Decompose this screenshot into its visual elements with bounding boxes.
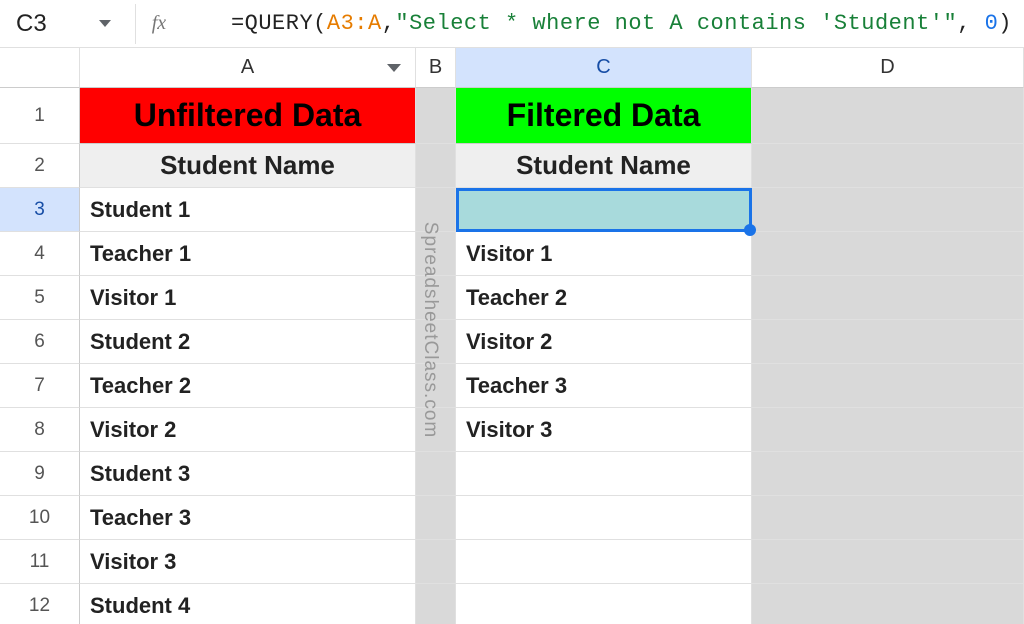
col-head-d[interactable]: D	[752, 48, 1024, 88]
cell[interactable]: Teacher 3	[456, 364, 752, 408]
filtered-title[interactable]: Filtered Data	[456, 88, 752, 144]
cell[interactable]	[416, 540, 456, 584]
select-all-corner[interactable]	[0, 48, 80, 88]
cell[interactable]: Student 4	[80, 584, 416, 624]
cell[interactable]: Visitor 2	[80, 408, 416, 452]
cell[interactable]	[456, 584, 752, 624]
col-head-b[interactable]: B	[416, 48, 456, 88]
row-head[interactable]: 12	[0, 584, 80, 624]
name-box[interactable]: C3	[12, 10, 119, 38]
row-head[interactable]: 8	[0, 408, 80, 452]
cell[interactable]	[456, 540, 752, 584]
name-box-caret-icon	[99, 20, 111, 27]
subheader-c[interactable]: Student Name	[456, 144, 752, 188]
cell[interactable]	[416, 188, 456, 232]
subheader-a[interactable]: Student Name	[80, 144, 416, 188]
cell[interactable]	[416, 232, 456, 276]
divider	[135, 4, 136, 44]
cell[interactable]	[752, 452, 1024, 496]
cell[interactable]: Visitor 1	[456, 232, 752, 276]
cell[interactable]	[416, 88, 456, 144]
active-cell-c3[interactable]: Teacher 1	[456, 188, 752, 232]
cell[interactable]: Visitor 2	[456, 320, 752, 364]
cell[interactable]	[752, 408, 1024, 452]
formula-bar: C3 fx =QUERY(A3:A,"Select * where not A …	[0, 0, 1024, 48]
spreadsheet-grid: A B C D 1 Unfiltered Data Filtered Data …	[0, 48, 1024, 624]
cell[interactable]: Student 2	[80, 320, 416, 364]
fx-icon: fx	[152, 12, 166, 35]
cell[interactable]: Visitor 3	[456, 408, 752, 452]
cell[interactable]: Teacher 2	[456, 276, 752, 320]
cell[interactable]: Teacher 3	[80, 496, 416, 540]
cell[interactable]	[752, 320, 1024, 364]
cell[interactable]	[416, 276, 456, 320]
cell[interactable]	[752, 276, 1024, 320]
row-head[interactable]: 10	[0, 496, 80, 540]
row-head[interactable]: 5	[0, 276, 80, 320]
cell[interactable]: Visitor 1	[80, 276, 416, 320]
row-head[interactable]: 11	[0, 540, 80, 584]
row-head[interactable]: 6	[0, 320, 80, 364]
row-head[interactable]: 1	[0, 88, 80, 144]
cell[interactable]	[416, 452, 456, 496]
cell[interactable]	[752, 540, 1024, 584]
cell[interactable]: Visitor 3	[80, 540, 416, 584]
cell[interactable]	[416, 408, 456, 452]
row-head[interactable]: 7	[0, 364, 80, 408]
cell[interactable]	[752, 496, 1024, 540]
cell[interactable]	[416, 364, 456, 408]
chevron-down-icon[interactable]	[387, 64, 401, 72]
row-head[interactable]: 4	[0, 232, 80, 276]
cell[interactable]	[416, 584, 456, 624]
col-head-a[interactable]: A	[80, 48, 416, 88]
cell[interactable]	[416, 496, 456, 540]
cell[interactable]	[416, 320, 456, 364]
cell[interactable]	[752, 144, 1024, 188]
row-head[interactable]: 9	[0, 452, 80, 496]
active-cell-ref: C3	[16, 10, 47, 38]
cell[interactable]: Teacher 2	[80, 364, 416, 408]
cell[interactable]	[416, 144, 456, 188]
unfiltered-title[interactable]: Unfiltered Data	[80, 88, 416, 144]
cell[interactable]	[752, 584, 1024, 624]
cell[interactable]	[456, 496, 752, 540]
cell[interactable]: Teacher 1	[80, 232, 416, 276]
cell[interactable]	[752, 88, 1024, 144]
cell[interactable]: Student 1	[80, 188, 416, 232]
cell[interactable]: Student 3	[80, 452, 416, 496]
col-head-c[interactable]: C	[456, 48, 752, 88]
row-head[interactable]: 3	[0, 188, 80, 232]
cell[interactable]	[752, 364, 1024, 408]
cell[interactable]	[752, 232, 1024, 276]
row-head[interactable]: 2	[0, 144, 80, 188]
cell[interactable]	[456, 452, 752, 496]
cell[interactable]	[752, 188, 1024, 232]
